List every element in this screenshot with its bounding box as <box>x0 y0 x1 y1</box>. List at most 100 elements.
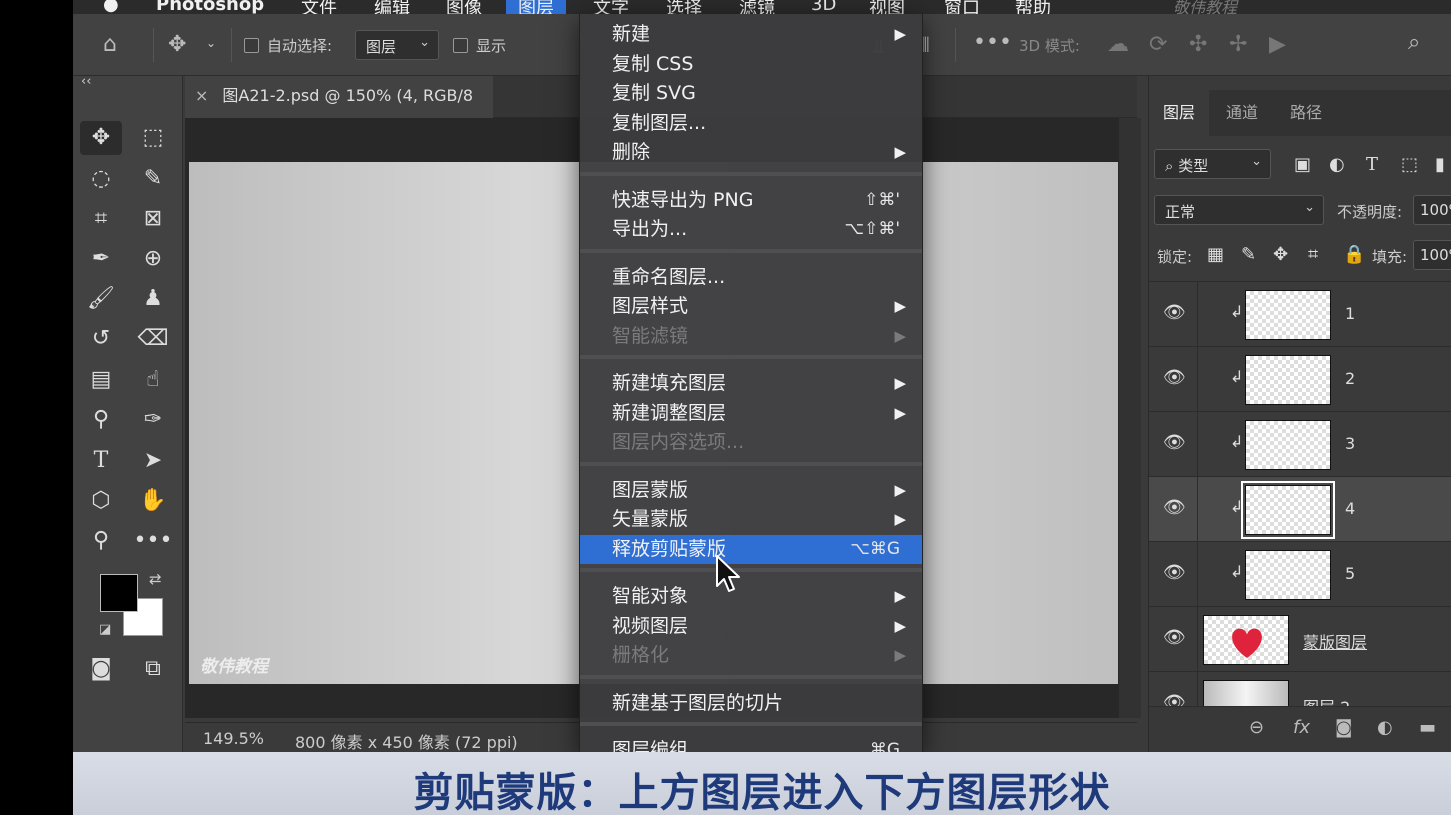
menu-item[interactable]: 新建 ▶ <box>580 20 922 49</box>
brush-tool-icon[interactable]: 🖌 <box>80 282 122 316</box>
filter-adjustment-icon[interactable]: ◐ <box>1329 154 1345 175</box>
marquee-tool-icon[interactable]: ⬚ <box>132 121 174 155</box>
3d-camera-icon[interactable]: ▶ <box>1269 34 1286 56</box>
menu-item[interactable]: 矢量蒙版 ▶ <box>580 505 922 534</box>
opacity-field[interactable]: 100% <box>1413 195 1451 225</box>
default-colors-icon[interactable]: ◪ <box>99 622 111 637</box>
chevron-down-icon[interactable]: ⌄ <box>206 36 216 50</box>
menu-item[interactable]: 视频图层 ▶ <box>580 612 922 641</box>
menu-window[interactable]: 窗口 <box>944 0 980 14</box>
more-options-icon[interactable]: ••• <box>973 32 1012 54</box>
screen-mode-icon[interactable]: ⧉ <box>132 652 174 686</box>
pen-tool-icon[interactable]: ✑ <box>132 403 174 437</box>
layer-row[interactable]: 👁 ↲ 5 <box>1149 541 1451 607</box>
fill-field[interactable]: 100% <box>1413 240 1451 270</box>
layer-row[interactable]: 👁 ↲ 1 <box>1149 281 1451 347</box>
hand-tool-icon[interactable]: ✋ <box>132 484 174 518</box>
tab-layers[interactable]: 图层 <box>1149 90 1210 136</box>
eyedropper-tool-icon[interactable]: ✒ <box>80 242 122 276</box>
menu-app[interactable]: Photoshop <box>156 0 264 14</box>
menu-item[interactable]: 新建填充图层 ▶ <box>580 369 922 398</box>
eye-icon[interactable]: 👁 <box>1163 627 1186 648</box>
menu-layer[interactable]: 图层 <box>506 0 566 14</box>
document-tab[interactable]: × 图A21-2.psd @ 150% (4, RGB/8 <box>185 76 494 118</box>
auto-select-checkbox[interactable] <box>244 38 259 53</box>
menu-item-release-clipping-mask[interactable]: 释放剪贴蒙版 ⌥⌘G <box>580 534 922 564</box>
menu-image[interactable]: 图像 <box>446 0 482 14</box>
3d-roll-icon[interactable]: ⟳ <box>1149 34 1167 56</box>
type-tool-icon[interactable]: T <box>80 444 122 478</box>
tab-channels[interactable]: 通道 <box>1212 90 1272 136</box>
fx-icon[interactable]: fx <box>1293 717 1310 738</box>
filter-smart-icon[interactable]: ▮ <box>1435 154 1445 175</box>
vertical-scrollbar[interactable] <box>1119 118 1141 718</box>
menu-item[interactable]: 智能对象 ▶ <box>580 582 922 611</box>
menu-item[interactable]: 删除 ▶ <box>580 138 922 167</box>
3d-slide-icon[interactable]: ✢ <box>1229 34 1247 56</box>
zoom-tool-icon[interactable]: ⚲ <box>80 524 122 558</box>
auto-select-dropdown[interactable]: 图层 ⌄ <box>355 30 439 60</box>
eye-icon[interactable]: 👁 <box>1163 497 1186 518</box>
lasso-tool-icon[interactable]: ◌ <box>80 162 122 196</box>
eye-icon[interactable]: 👁 <box>1163 302 1186 323</box>
quick-mask-icon[interactable]: ◙ <box>80 652 122 686</box>
menu-help[interactable]: 帮助 <box>1015 0 1051 14</box>
eye-icon[interactable]: 👁 <box>1163 367 1186 388</box>
layer-row[interactable]: 👁 蒙版图层 <box>1149 606 1451 672</box>
menu-filter[interactable]: 滤镜 <box>739 0 775 14</box>
eye-icon[interactable]: 👁 <box>1163 432 1186 453</box>
foreground-color-swatch[interactable] <box>100 574 138 612</box>
layer-row[interactable]: 👁 ↲ 2 <box>1149 346 1451 412</box>
swap-colors-icon[interactable]: ⇄ <box>149 570 162 588</box>
lock-all-icon[interactable]: 🔒 <box>1343 244 1365 265</box>
lock-artboard-icon[interactable]: ⌗ <box>1308 244 1318 265</box>
new-group-icon[interactable]: ▬ <box>1419 717 1436 738</box>
path-select-tool-icon[interactable]: ➤ <box>132 444 174 478</box>
menu-item[interactable]: 新建调整图层 ▶ <box>580 399 922 428</box>
adjustment-layer-icon[interactable]: ◐ <box>1377 717 1393 738</box>
crop-tool-icon[interactable]: ⌗ <box>80 202 122 236</box>
filter-shape-icon[interactable]: ⬚ <box>1401 154 1418 175</box>
stamp-tool-icon[interactable]: ♟ <box>132 282 174 316</box>
zoom-level[interactable]: 149.5% <box>203 729 264 748</box>
3d-orbit-icon[interactable]: ☁ <box>1107 34 1129 56</box>
menu-item[interactable]: 新建基于图层的切片 <box>580 689 922 718</box>
menu-edit[interactable]: 编辑 <box>374 0 410 14</box>
menu-item[interactable]: 快速导出为 PNG ⇧⌘' <box>580 186 922 215</box>
search-icon[interactable]: ⌕ <box>1408 32 1420 54</box>
eye-icon[interactable]: 👁 <box>1163 562 1186 583</box>
menu-item[interactable]: 图层编组 ⌘G <box>580 736 922 752</box>
menu-item[interactable]: 复制 SVG <box>580 79 922 108</box>
more-tools-icon[interactable]: ••• <box>132 524 174 558</box>
gradient-tool-icon[interactable]: ▤ <box>80 363 122 397</box>
lock-image-icon[interactable]: ✎ <box>1241 244 1256 265</box>
eraser-tool-icon[interactable]: ⌫ <box>132 322 174 356</box>
layer-row[interactable]: 👁 图层 2 <box>1149 671 1451 706</box>
menu-item[interactable]: 复制图层... <box>580 109 922 138</box>
menu-item[interactable]: 复制 CSS <box>580 50 922 79</box>
tab-paths[interactable]: 路径 <box>1276 90 1336 136</box>
apple-menu-icon[interactable]: ● <box>103 0 119 14</box>
menu-item[interactable]: 重命名图层... <box>580 263 922 292</box>
smudge-tool-icon[interactable]: ☝ <box>132 363 174 397</box>
filter-pixel-icon[interactable]: ▣ <box>1294 154 1311 175</box>
layer-filter-dropdown[interactable]: ⌕ 类型 ⌄ <box>1154 149 1271 179</box>
eye-icon[interactable]: 👁 <box>1163 692 1186 706</box>
blend-mode-dropdown[interactable]: 正常 ⌄ <box>1154 195 1324 225</box>
collapse-panel-icon[interactable]: ‹‹ <box>81 74 91 89</box>
lock-transparent-icon[interactable]: ▦ <box>1207 244 1224 265</box>
home-icon[interactable]: ⌂ <box>103 34 117 56</box>
healing-tool-icon[interactable]: ⊕ <box>132 242 174 276</box>
menu-3d[interactable]: 3D <box>811 0 836 14</box>
filter-type-icon[interactable]: T <box>1366 154 1378 175</box>
menu-file[interactable]: 文件 <box>301 0 337 14</box>
menu-select[interactable]: 选择 <box>666 0 702 14</box>
menu-item[interactable]: 图层样式 ▶ <box>580 292 922 321</box>
dodge-tool-icon[interactable]: ⚲ <box>80 403 122 437</box>
show-transform-checkbox[interactable] <box>453 38 468 53</box>
lock-position-icon[interactable]: ✥ <box>1273 244 1288 265</box>
move-tool-icon[interactable]: ✥ <box>80 121 122 155</box>
layer-row-selected[interactable]: 👁 ↲ 4 <box>1149 476 1451 542</box>
menu-type[interactable]: 文字 <box>593 0 629 14</box>
menu-item[interactable]: 图层蒙版 ▶ <box>580 476 922 505</box>
